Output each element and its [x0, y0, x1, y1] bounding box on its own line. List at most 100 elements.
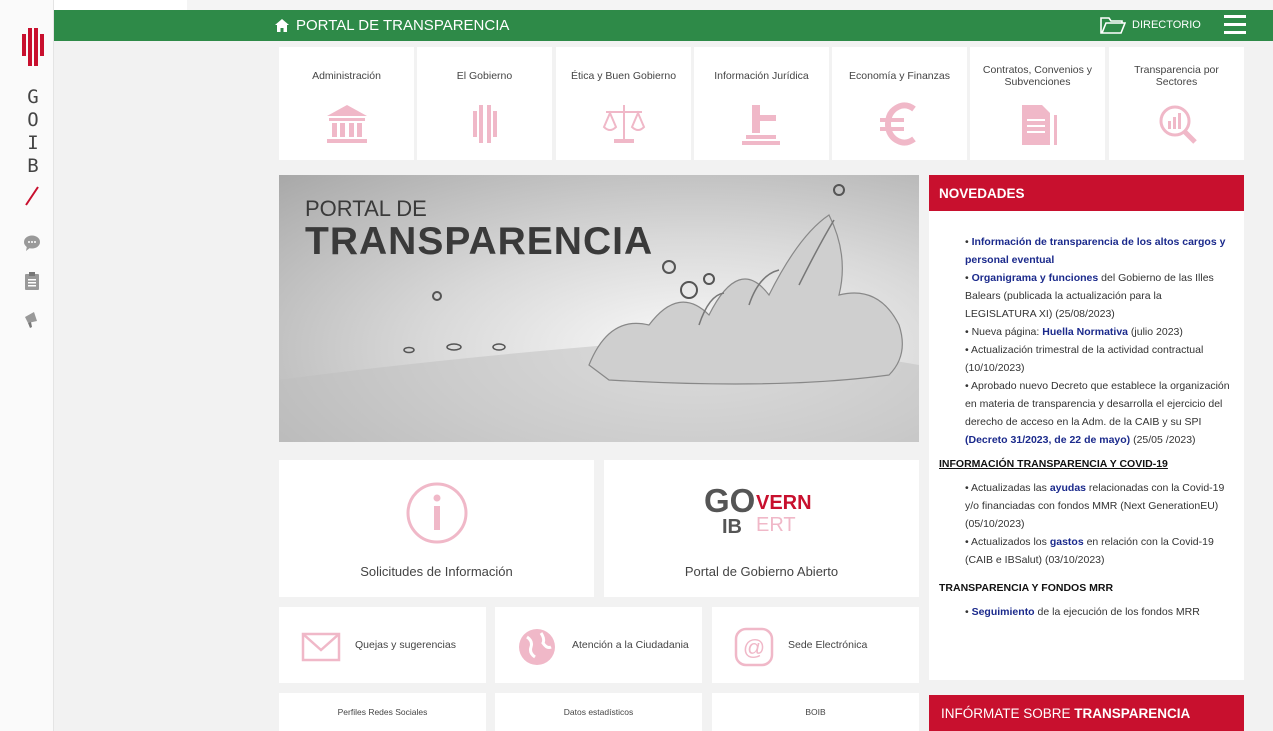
goib-brand-letters: G O I B	[24, 86, 42, 178]
category-label: Economía y Finanzas	[849, 70, 950, 82]
directory-label: DIRECTORIO	[1132, 19, 1201, 31]
institution-icon	[326, 105, 367, 143]
category-gobierno[interactable]: El Gobierno	[417, 47, 552, 160]
informate-banner[interactable]: INFÓRMATE SOBRE TRANSPARENCIA	[929, 695, 1244, 731]
news-item-link: Huella Normativa	[1042, 326, 1129, 338]
category-label: Ética y Buen Gobierno	[570, 70, 677, 82]
news-item-link: Seguimiento	[971, 606, 1035, 618]
open-government-tile[interactable]: GO VERN IB ERT Portal de Gobierno Abiert…	[604, 460, 919, 597]
news-item-link: gastos	[1049, 536, 1084, 548]
category-economia[interactable]: Economía y Finanzas	[832, 47, 967, 160]
govern-obert-logo: GO VERN IB ERT	[704, 480, 824, 550]
hero-banner: PORTAL DE TRANSPARENCIA	[279, 175, 919, 442]
category-label: El Gobierno	[456, 70, 513, 82]
portal-title: PORTAL DE TRANSPARENCIA	[296, 17, 510, 34]
government-emblem-icon	[472, 105, 497, 143]
electronic-office-label: Sede Electrónica	[788, 639, 868, 651]
scales-icon	[602, 105, 645, 143]
statistics-tile[interactable]: Datos estadísticos	[495, 693, 702, 731]
euro-icon	[879, 102, 916, 146]
news-item[interactable]: • Seguimiento de la ejecución de los fon…	[965, 603, 1232, 621]
electronic-office-tile[interactable]: @ Sede Electrónica	[712, 607, 919, 683]
goib-emblem-icon[interactable]	[22, 28, 44, 66]
news-item[interactable]: • Información de transparencia de los al…	[965, 233, 1232, 269]
information-requests-tile[interactable]: Solicitudes de Información	[279, 460, 594, 597]
info-icon	[406, 482, 468, 544]
hero-subtitle: PORTAL DE	[305, 196, 427, 221]
top-nav-bar: PORTAL DE TRANSPARENCIA DIRECTORIO	[54, 10, 1273, 41]
category-sectores[interactable]: Transparencia por Sectores	[1109, 47, 1244, 160]
news-item[interactable]: • Nueva página: Huella Normativa (julio …	[965, 323, 1232, 341]
svg-text:@: @	[743, 635, 765, 660]
news-item[interactable]: • Actualizadas las ayudas relacionadas c…	[965, 479, 1232, 533]
at-sign-icon: @	[734, 627, 774, 667]
social-profiles-tile[interactable]: Perfiles Redes Sociales	[279, 693, 486, 731]
category-etica[interactable]: Ética y Buen Gobierno	[556, 47, 691, 160]
home-link[interactable]: PORTAL DE TRANSPARENCIA	[275, 17, 509, 34]
news-item-text: Aprobado nuevo Decreto que establece la …	[965, 380, 1230, 428]
category-contratos[interactable]: Contratos, Convenios y Subvenciones	[970, 47, 1105, 160]
logo-ib: IB	[722, 516, 742, 538]
news-item-text: (julio 2023)	[1128, 326, 1183, 338]
browser-top-strip	[0, 0, 1273, 10]
news-item[interactable]: • Organigrama y funciones del Gobierno d…	[965, 269, 1232, 323]
news-panel: NOVEDADES • Información de transparencia…	[929, 175, 1244, 680]
category-label: Transparencia por Sectores	[1134, 64, 1219, 88]
complaints-tile[interactable]: Quejas y sugerencias	[279, 607, 486, 683]
logo-vern: VERN	[756, 492, 812, 514]
news-item-text: Actualizados los	[971, 536, 1050, 548]
category-label: Administración	[312, 70, 381, 82]
category-label: Contratos, Convenios y Subvenciones	[982, 64, 1093, 88]
megaphone-icon[interactable]	[22, 309, 42, 329]
boib-tile[interactable]: BOIB	[712, 693, 919, 731]
news-item[interactable]: • Actualización trimestral de la activid…	[965, 341, 1232, 377]
boib-label: BOIB	[805, 707, 826, 717]
news-item-link: Información de transparencia de los alto…	[965, 236, 1226, 266]
gavel-icon	[741, 105, 780, 145]
left-sidebar: G O I B	[0, 0, 54, 731]
logo-ert: ERT	[756, 514, 796, 536]
logo-go: GO	[704, 482, 756, 519]
hero-title: TRANSPARENCIA	[305, 220, 654, 263]
document-icon	[1021, 105, 1057, 145]
envelope-icon	[301, 632, 341, 662]
citizen-attention-tile[interactable]: Atención a la Ciudadania	[495, 607, 702, 683]
news-title: NOVEDADES	[929, 175, 1244, 211]
category-administracion[interactable]: Administración	[279, 47, 414, 160]
folder-icon	[1100, 17, 1126, 34]
category-juridica[interactable]: Información Jurídica	[694, 47, 829, 160]
open-government-label: Portal de Gobierno Abierto	[684, 564, 839, 579]
category-label: Información Jurídica	[714, 70, 809, 82]
news-item[interactable]: • Aprobado nuevo Decreto que establece l…	[965, 377, 1232, 449]
directory-link[interactable]: DIRECTORIO	[1100, 15, 1201, 35]
informate-text: INFÓRMATE SOBRE	[941, 706, 1075, 721]
brand-letter: G	[27, 86, 39, 108]
news-item-text: (25/05 /2023)	[1130, 434, 1196, 446]
complaints-label: Quejas y sugerencias	[355, 639, 456, 651]
news-item-link: Organigrama y funciones	[971, 272, 1099, 284]
statistics-label: Datos estadísticos	[563, 707, 634, 717]
news-item-text: Actualizadas las	[971, 482, 1050, 494]
mrr-section-title: TRANSPARENCIA Y FONDOS MRR	[939, 582, 1114, 594]
news-item-text: Nueva página:	[971, 326, 1043, 338]
news-item-text: Actualización trimestral de la actividad…	[965, 344, 1204, 374]
magnifier-chart-icon	[1159, 105, 1197, 144]
brand-slash-icon	[25, 186, 39, 206]
chat-icon[interactable]	[22, 233, 42, 253]
brand-letter: B	[27, 155, 39, 177]
informate-bold-text: TRANSPARENCIA	[1074, 706, 1191, 721]
hamburger-menu-icon[interactable]	[1224, 15, 1246, 35]
tab-piece	[54, 0, 187, 10]
information-requests-label: Solicitudes de Información	[360, 564, 513, 579]
clipboard-icon[interactable]	[22, 271, 42, 291]
globe-icon	[519, 629, 555, 665]
news-item-link: (Decreto 31/2023, de 22 de mayo)	[965, 434, 1131, 446]
citizen-attention-label: Atención a la Ciudadania	[572, 639, 689, 651]
news-item[interactable]: • Actualizados los gastos en relación co…	[965, 533, 1232, 569]
news-item-text: de la ejecución de los fondos MRR	[1034, 606, 1200, 618]
home-icon	[275, 19, 289, 32]
social-profiles-label: Perfiles Redes Sociales	[337, 707, 428, 717]
covid-section-title[interactable]: INFORMACIÓN TRANSPARENCIA Y COVID-19	[939, 455, 1232, 473]
news-item-link: ayudas	[1049, 482, 1086, 494]
brand-letter: I	[27, 132, 39, 154]
